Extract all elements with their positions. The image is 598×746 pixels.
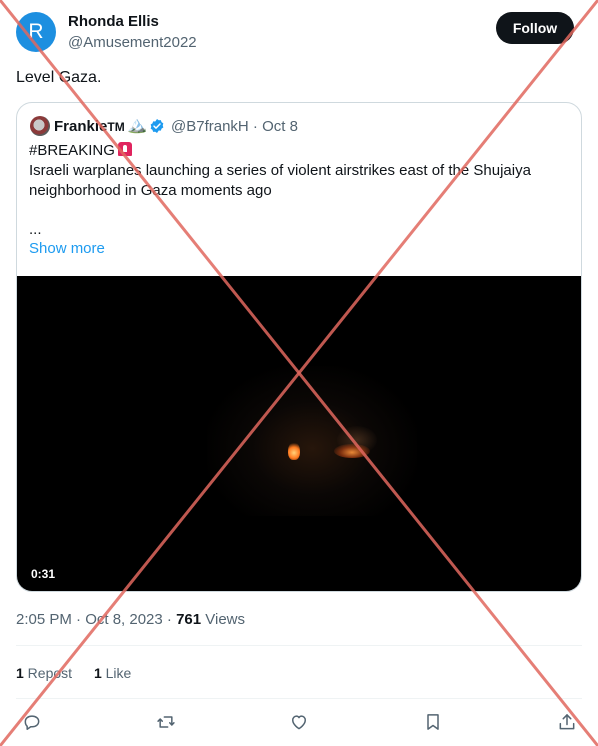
repost-count[interactable]: 1 Repost bbox=[16, 665, 72, 681]
action-bar bbox=[0, 710, 598, 736]
bookmark-icon[interactable] bbox=[421, 710, 445, 734]
divider bbox=[16, 645, 582, 646]
quoted-name-text: Frankie bbox=[54, 118, 108, 135]
tweet-text: Level Gaza. bbox=[16, 69, 102, 86]
video-duration: 0:31 bbox=[25, 565, 62, 583]
reply-icon[interactable] bbox=[20, 710, 44, 734]
like-count-value: 1 bbox=[93, 665, 102, 681]
quoted-text-line-1: Israeli warplanes launching a series of … bbox=[29, 162, 531, 179]
author-name[interactable]: Rhonda Ellis bbox=[68, 13, 159, 30]
like-count-label: Like bbox=[101, 665, 132, 681]
share-icon[interactable] bbox=[555, 710, 579, 734]
video-fire bbox=[288, 442, 300, 460]
avatar[interactable]: R bbox=[16, 12, 56, 52]
like-icon[interactable] bbox=[287, 710, 311, 734]
like-count[interactable]: 1 Like bbox=[94, 665, 131, 681]
views-label: Views bbox=[201, 611, 246, 628]
quoted-tweet[interactable]: FrankieTM 🏔️ @B7frankH · Oct 8 #BREAKING… bbox=[16, 102, 582, 592]
repost-count-value: 1 bbox=[16, 665, 24, 681]
tweet: R Rhonda Ellis @Amusement2022 Follow Lev… bbox=[0, 0, 598, 746]
quoted-author-name[interactable]: FrankieTM bbox=[54, 118, 125, 135]
quoted-text-line-2: neighborhood in Gaza moments ago bbox=[29, 182, 272, 199]
avatar-letter: R bbox=[28, 20, 44, 43]
tweet-stats: 1 Repost 1 Like bbox=[16, 665, 149, 681]
repost-icon[interactable] bbox=[154, 710, 178, 734]
siren-icon bbox=[117, 142, 132, 156]
quoted-hashtag-line: #BREAKING bbox=[29, 141, 132, 161]
tweet-timestamp[interactable]: 2:05 PM · Oct 8, 2023 · bbox=[16, 611, 176, 628]
video-glow bbox=[207, 366, 417, 516]
video-player[interactable]: 0:31 bbox=[17, 276, 581, 591]
quoted-avatar[interactable] bbox=[30, 116, 50, 136]
divider bbox=[16, 698, 582, 699]
repost-count-label: Repost bbox=[23, 665, 73, 681]
quoted-tm-text: TM bbox=[107, 120, 125, 134]
video-fire-glow bbox=[334, 444, 370, 458]
quoted-ellipsis: ... bbox=[29, 221, 42, 238]
show-more-link[interactable]: Show more bbox=[29, 240, 105, 257]
author-handle[interactable]: @Amusement2022 bbox=[68, 34, 197, 51]
tweet-meta: 2:05 PM · Oct 8, 2023 · 761 Views bbox=[16, 611, 245, 628]
mountain-icon: 🏔️ bbox=[127, 117, 147, 134]
views-count: 761 bbox=[176, 611, 202, 628]
follow-button[interactable]: Follow bbox=[496, 12, 574, 44]
verified-badge-icon bbox=[150, 119, 164, 133]
breaking-hashtag[interactable]: #BREAKING bbox=[29, 142, 115, 159]
quoted-handle-date[interactable]: @B7frankH · Oct 8 bbox=[171, 118, 298, 135]
